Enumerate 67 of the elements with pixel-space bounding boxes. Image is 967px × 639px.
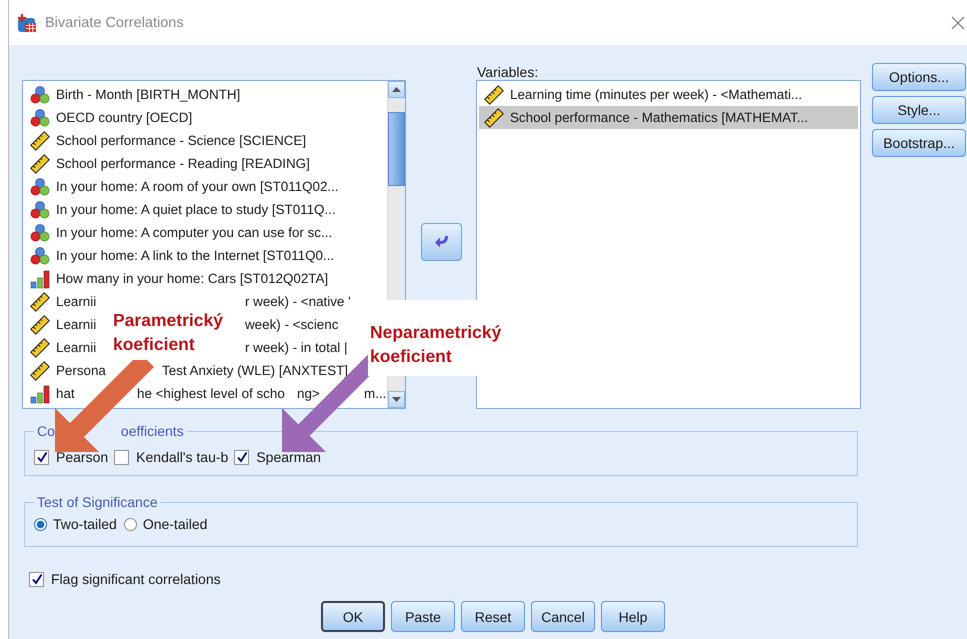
item-text: Learnii [56,340,96,355]
caret-icon [392,87,401,92]
checkbox[interactable] [34,450,49,464]
nominal-variable-icon [30,176,50,196]
window-title: Bivariate Correlations [45,14,184,30]
item-text: hat [56,386,75,401]
close-icon[interactable] [951,16,965,30]
scrollbar-thumb[interactable] [388,112,405,186]
checkbox-label: Pearson [56,449,108,465]
dialog-button[interactable]: OK [321,601,385,632]
nominal-variable-icon [30,200,50,220]
item-text: r week) - <native ' [245,294,351,309]
group-title: Test of Significance [37,494,158,510]
dialog-button[interactable]: Help [601,601,665,632]
field-label: Variables: [476,64,540,80]
group-title: oefficients [120,423,184,439]
checkbox[interactable] [29,572,44,586]
nominal-variable-icon [30,108,50,128]
scroll-down-button[interactable] [388,391,405,408]
nominal-variable-icon [30,84,50,104]
nominal-variable-icon [30,246,50,266]
bar-chart-icon [30,268,50,288]
item-text: Learning time (minutes per week) - <Mathemati... [510,87,802,102]
app-icon [17,12,37,32]
scroll-up-button[interactable] [388,81,405,98]
item-text: Test Anxiety (WLE) [ANXTEST] [162,363,348,378]
bar-chart-icon [30,384,50,404]
item-text: In your home: A quiet place to study [ST011Q... [56,202,336,217]
dialog-button[interactable]: Paste [391,601,455,632]
radio-label: Two-tailed [53,516,117,532]
caret-icon [392,397,401,402]
item-text: In your home: A room of your own [ST011Q02... [56,179,339,194]
list-item[interactable]: School performance - Mathematics [MATHEMAT... [479,106,858,129]
item-text: School performance - Mathematics [MATHEMAT... [510,110,808,125]
dialog-button[interactable]: Cancel [531,601,595,632]
item-text: Persona [56,363,106,378]
item-text: OECD country [OECD] [56,110,192,125]
radio-label: One-tailed [142,516,208,532]
group-title: Co [37,423,55,439]
item-text: week) - <scienc [245,317,338,332]
item-text: School performance - Science [SCIENCE] [56,133,306,148]
item-text: he <highest level of scho [137,386,285,401]
radio-button[interactable] [124,518,137,530]
item-text: School performance - Reading [READING] [56,156,310,171]
checkbox[interactable] [114,450,130,464]
arrow-icon [434,235,450,249]
checkbox-label: Flag significant correlations [51,571,221,587]
list-item[interactable]: Learning time (minutes per week) - <Mathemati... [479,83,858,106]
item-text: How many in your home: Cars [ST012Q02TA] [56,271,328,286]
item-text: In your home: A computer you can use for sc... [56,225,332,240]
checkbox-label: Kendall's tau-b [136,449,228,465]
move-button[interactable] [421,223,462,261]
item-text: ng> [297,386,320,401]
item-text: Learnii [56,317,96,332]
nominal-variable-icon [30,222,50,242]
dialog-button[interactable]: Bootstrap... [872,129,966,157]
item-text: r week) - in total | [245,340,348,355]
item-text: m... [364,386,386,401]
checkbox-label: Spearman [256,449,321,465]
dialog-button[interactable]: Options... [872,63,966,91]
dialog-button[interactable]: Reset [461,601,525,632]
radio-button[interactable] [34,518,47,530]
checkbox[interactable] [234,450,250,464]
dialog-button[interactable]: Style... [872,96,966,124]
item-text: In your home: A link to the Internet [ST011Q0... [56,248,334,263]
item-text: Birth - Month [BIRTH_MONTH] [56,87,240,102]
item-text: Learnii [56,294,96,309]
